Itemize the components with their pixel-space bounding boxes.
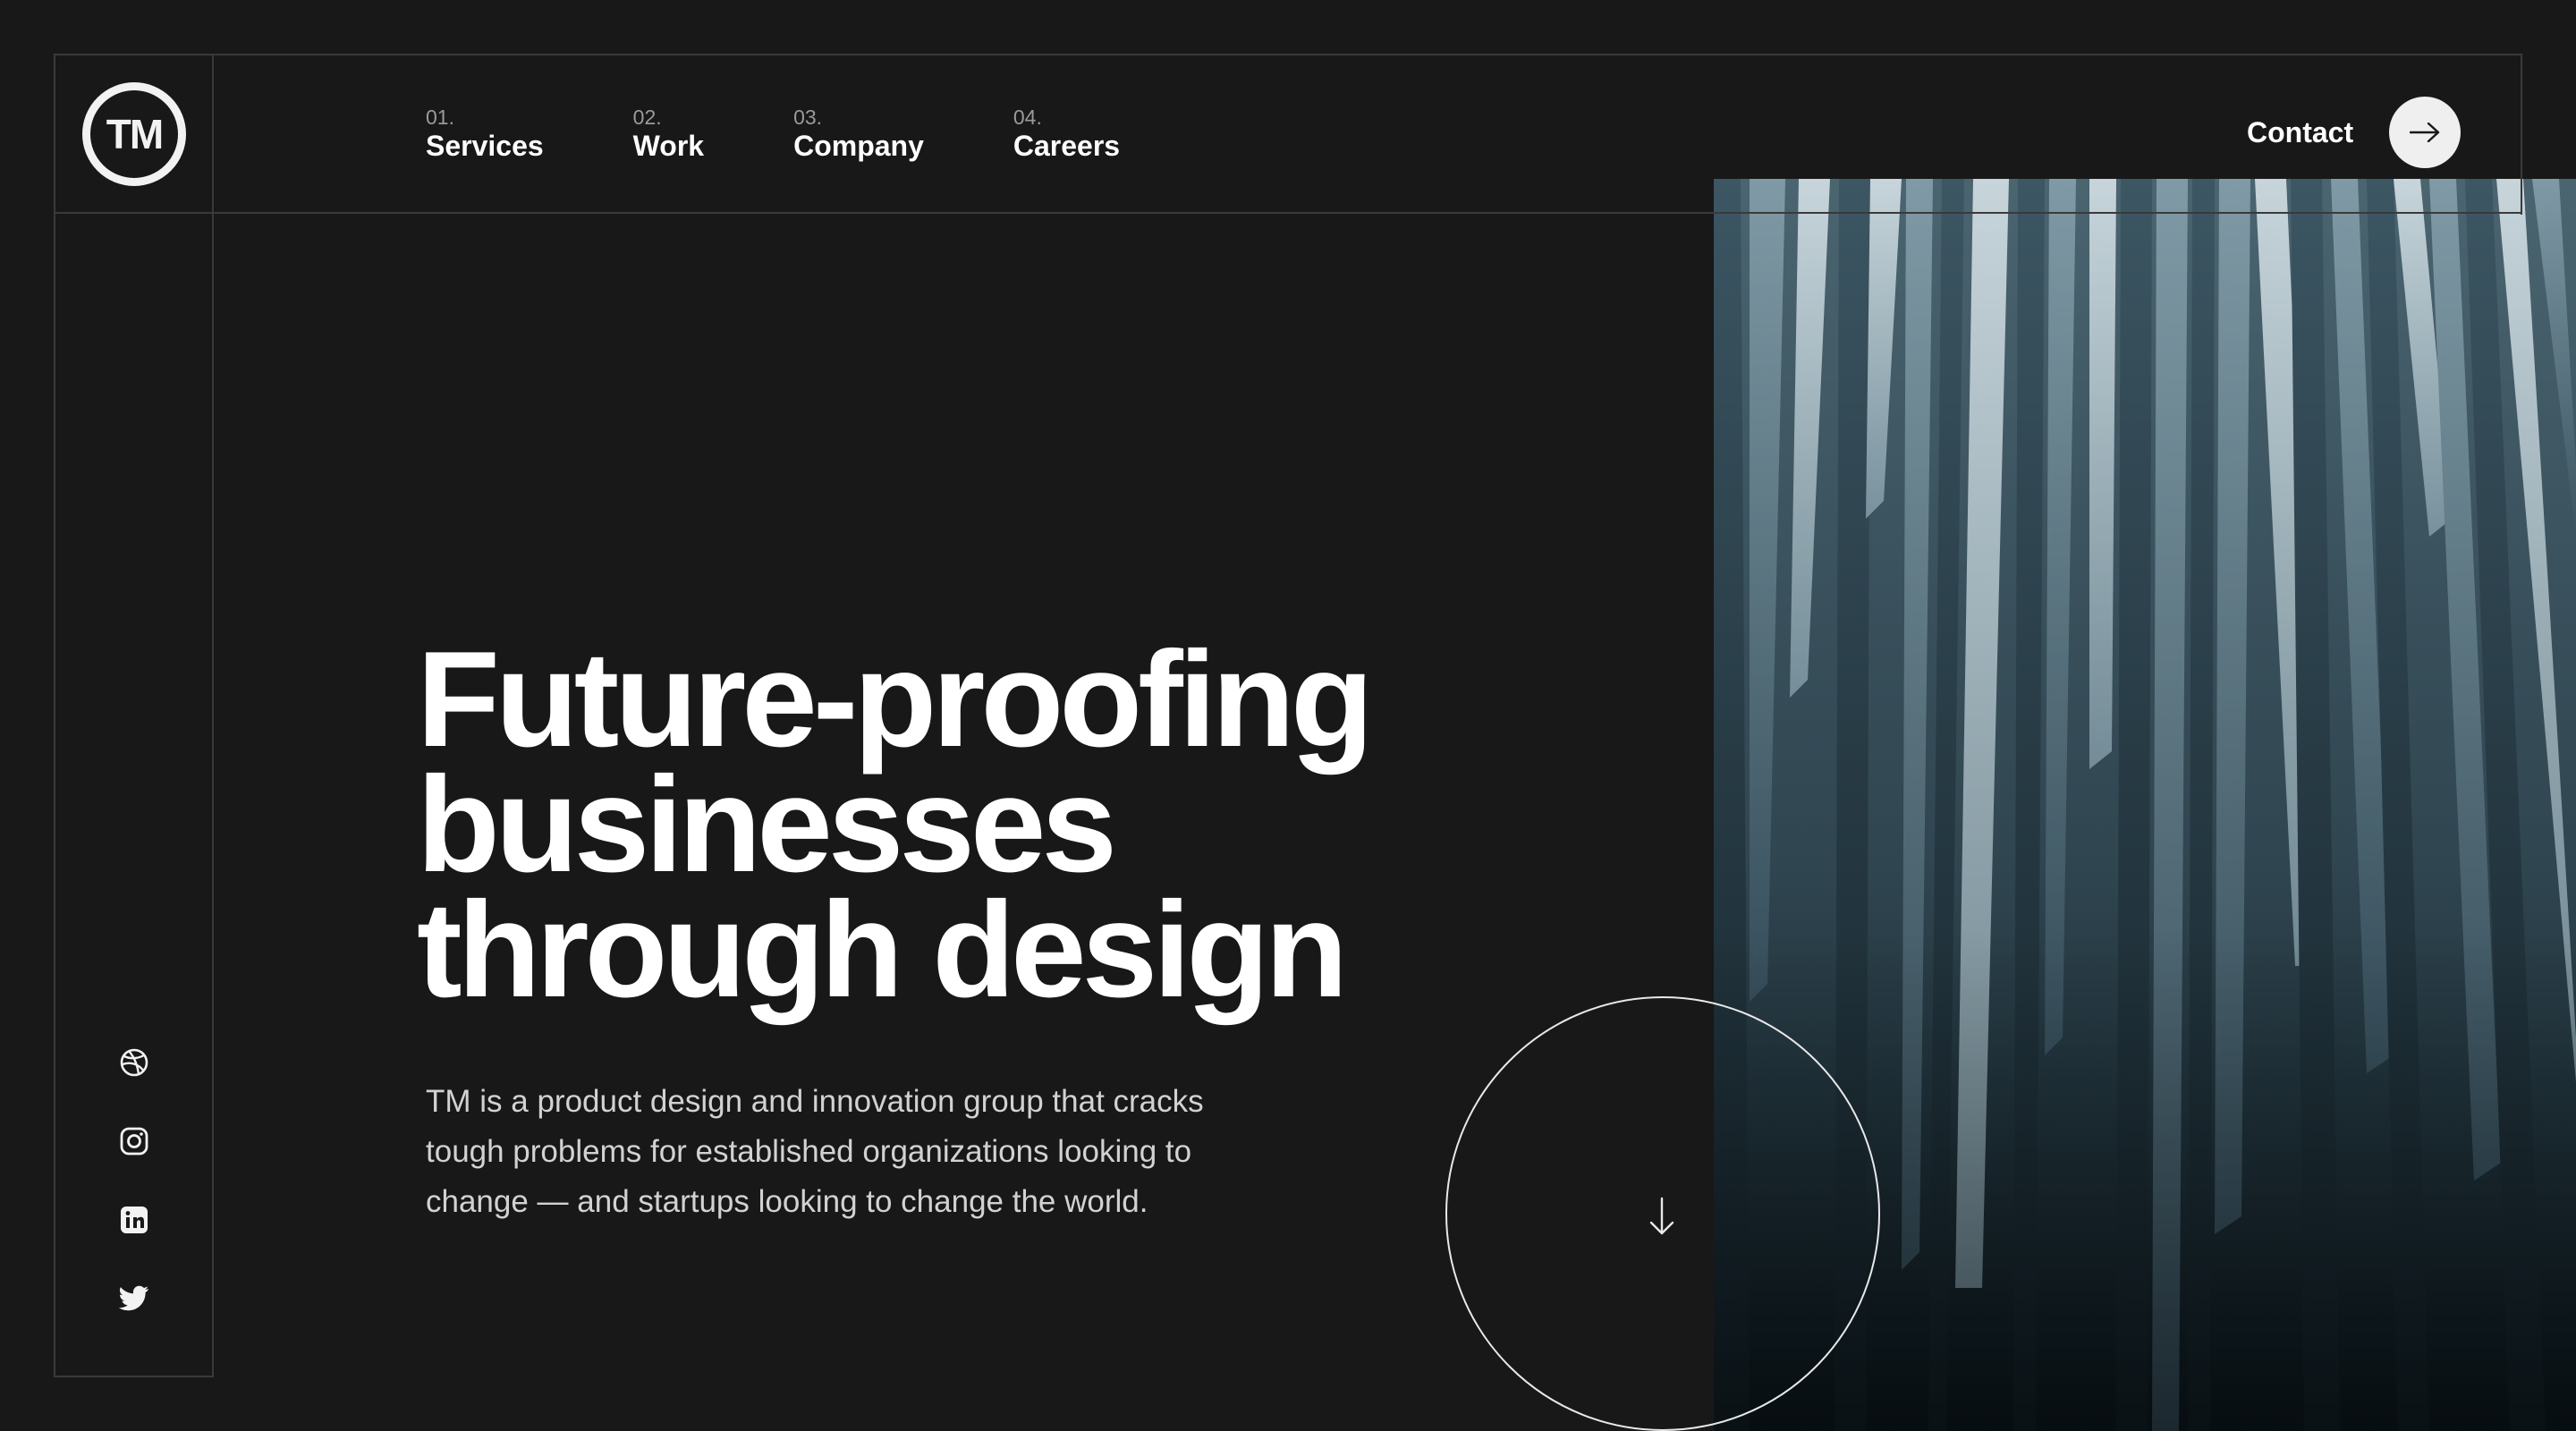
nav-item-careers[interactable]: 04. Careers <box>1013 106 1120 163</box>
nav-item-company[interactable]: 03. Company <box>793 106 924 163</box>
nav-item-number: 04. <box>1013 106 1042 129</box>
dribbble-icon <box>120 1048 148 1077</box>
headline-line: businesses <box>417 749 1117 901</box>
nav-item-label: Services <box>426 130 544 162</box>
headline-line: Future-proofing <box>417 623 1374 775</box>
logo[interactable]: TM <box>82 82 186 186</box>
frame-right-line <box>2521 54 2522 215</box>
linkedin-icon <box>121 1207 148 1233</box>
hero-description: TM is a product design and innovation gr… <box>426 1084 1204 1219</box>
nav-item-label: Careers <box>1013 130 1121 162</box>
contact-link[interactable]: Contact <box>2247 97 2462 168</box>
arrow-down-icon <box>1649 1197 1674 1235</box>
nav-item-label: Company <box>793 130 924 162</box>
main-nav: 01. Services 02. Work 03. Company 04. Ca… <box>426 106 1209 163</box>
frame-top-line <box>54 54 2522 55</box>
linkedin-link[interactable] <box>118 1204 150 1236</box>
nav-item-number: 02. <box>632 106 662 129</box>
twitter-icon <box>119 1285 148 1311</box>
dribbble-link[interactable] <box>118 1046 150 1079</box>
header-divider <box>54 212 2522 214</box>
contact-label: Contact <box>2247 115 2354 148</box>
instagram-icon <box>120 1127 148 1156</box>
twitter-link[interactable] <box>118 1283 150 1315</box>
frame-bottom-line <box>54 1376 214 1377</box>
arrow-right-icon <box>2410 123 2440 142</box>
contact-button[interactable] <box>2389 97 2462 168</box>
instagram-link[interactable] <box>118 1125 150 1157</box>
sidebar-rail-line <box>212 54 214 1377</box>
nav-item-services[interactable]: 01. Services <box>426 106 544 163</box>
hero-headline: Future-proofing businesses through desig… <box>417 623 1580 1026</box>
nav-item-number: 01. <box>426 106 454 129</box>
headline-line: through design <box>417 874 1348 1026</box>
nav-item-number: 03. <box>793 106 823 129</box>
frame-left-line <box>54 54 55 1377</box>
nav-item-label: Work <box>632 130 705 162</box>
nav-item-work[interactable]: 02. Work <box>633 106 704 163</box>
